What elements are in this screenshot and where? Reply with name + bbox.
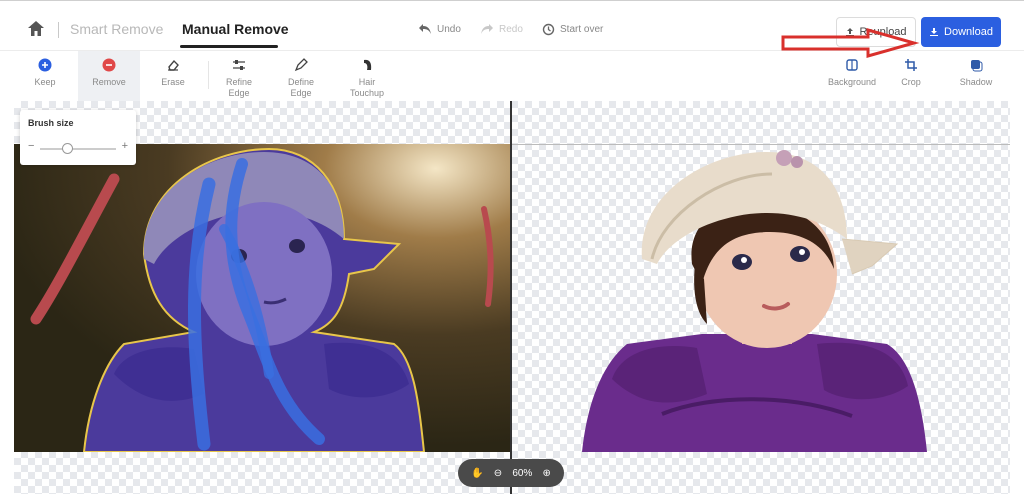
redo-button[interactable]: Redo	[480, 23, 523, 35]
tool-remove-label: Remove	[92, 77, 126, 87]
result-preview[interactable]	[512, 144, 1010, 452]
tool-keep-label: Keep	[34, 77, 56, 87]
editor-window: Smart Remove Manual Remove Undo Redo Sta…	[0, 0, 1024, 500]
brush-decrease-button[interactable]: −	[28, 140, 34, 152]
tool-hair-touchup-label: Hair Touchup	[349, 77, 385, 98]
cutout-subject	[582, 150, 927, 452]
start-over-button[interactable]: Start over	[542, 23, 603, 36]
zoom-out-icon[interactable]: ⊖	[494, 468, 502, 479]
brush-size-panel: Brush size − +	[20, 110, 136, 165]
sliders-icon	[231, 57, 247, 73]
tool-background[interactable]: Background	[820, 51, 884, 101]
tool-shadow-label: Shadow	[959, 77, 993, 87]
editing-canvas[interactable]	[14, 101, 1010, 494]
tool-crop[interactable]: Crop	[882, 51, 940, 101]
shadow-icon	[968, 57, 984, 73]
active-tab-indicator	[180, 45, 278, 48]
clock-reset-icon	[542, 23, 555, 36]
tab-manual-remove[interactable]: Manual Remove	[182, 21, 289, 37]
download-button[interactable]: Download	[921, 17, 1001, 47]
undo-icon	[419, 24, 431, 34]
tool-refine-edge[interactable]: Refine Edge	[208, 51, 270, 101]
tool-define-edge-label: Define Edge	[287, 77, 314, 98]
tab-smart-remove[interactable]: Smart Remove	[70, 21, 163, 37]
background-icon	[844, 57, 860, 73]
zoom-controls: ✋ ⊖ 60% ⊕	[458, 459, 564, 487]
tool-crop-label: Crop	[901, 77, 921, 87]
tool-background-label: Background	[827, 77, 877, 87]
tool-remove[interactable]: Remove	[78, 51, 140, 101]
brush-slider-track[interactable]	[40, 148, 116, 150]
tool-refine-edge-label: Refine Edge	[225, 77, 252, 98]
hand-pan-icon[interactable]: ✋	[471, 468, 483, 479]
tool-hair-touchup[interactable]: Hair Touchup	[336, 51, 398, 101]
pen-icon	[293, 57, 309, 73]
zoom-level: 60%	[512, 467, 533, 479]
original-photo[interactable]	[14, 144, 510, 452]
undo-label: Undo	[437, 23, 461, 35]
minus-circle-icon	[101, 57, 117, 73]
plus-circle-icon	[37, 57, 53, 73]
crop-icon	[903, 57, 919, 73]
tool-keep[interactable]: Keep	[14, 51, 76, 101]
hair-icon	[359, 57, 375, 73]
redo-icon	[481, 24, 493, 34]
brush-slider-handle[interactable]	[61, 143, 73, 154]
tool-erase-label: Erase	[161, 77, 185, 87]
tool-erase[interactable]: Erase	[142, 51, 204, 101]
zoom-in-icon[interactable]: ⊕	[543, 468, 551, 479]
tool-shadow[interactable]: Shadow	[946, 51, 1006, 101]
eraser-icon	[165, 57, 181, 73]
download-icon	[930, 28, 939, 36]
brush-size-label: Brush size	[28, 118, 74, 128]
divider	[58, 22, 59, 38]
undo-button[interactable]: Undo	[418, 23, 461, 35]
brush-size-slider[interactable]: − +	[28, 140, 128, 154]
brush-increase-button[interactable]: +	[122, 140, 128, 152]
redo-label: Redo	[499, 23, 523, 35]
download-label: Download	[944, 26, 993, 38]
home-icon[interactable]	[26, 19, 48, 41]
tool-define-edge[interactable]: Define Edge	[270, 51, 332, 101]
start-over-label: Start over	[560, 24, 604, 35]
tool-bar: Keep Remove Erase Refine Edge Define Edg…	[0, 51, 1024, 101]
